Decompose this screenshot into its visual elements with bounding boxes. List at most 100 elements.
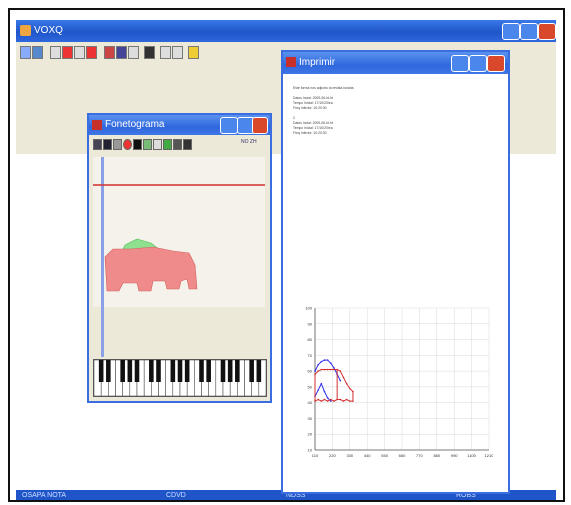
fonetograma-title-bar[interactable]: Fonetograma [89, 115, 270, 135]
piano-black-key[interactable] [120, 360, 125, 382]
zoom-label: NO ZH [241, 139, 257, 145]
fonetograma-minimize-button[interactable] [220, 117, 238, 134]
x-tick-label: 660 [399, 453, 406, 458]
new-icon[interactable] [20, 46, 31, 59]
piano-black-key[interactable] [256, 360, 262, 382]
chart-point [333, 400, 335, 402]
y-tick-label: 20 [308, 432, 313, 437]
print-icon[interactable] [160, 46, 171, 59]
x-tick-label: 880 [433, 453, 440, 458]
list-icon[interactable] [128, 46, 139, 59]
maximize-button[interactable] [520, 23, 538, 40]
status-field-2: CDVD [166, 492, 186, 499]
piano-black-key[interactable] [249, 360, 254, 382]
piano-black-key[interactable] [206, 360, 211, 382]
y-tick-label: 40 [308, 400, 313, 405]
piano-black-key[interactable] [106, 360, 111, 382]
chart-point [339, 370, 342, 372]
chart-series-line [314, 382, 332, 402]
record-icon[interactable] [123, 139, 132, 150]
imprimir-title-bar[interactable]: Imprimir [283, 52, 508, 74]
chart-icon[interactable] [104, 46, 115, 59]
piano-black-key[interactable] [199, 360, 204, 382]
chart-point [330, 362, 332, 365]
piano-black-key[interactable] [149, 360, 154, 382]
play-icon[interactable] [50, 46, 61, 59]
y-tick-label: 100 [305, 306, 312, 311]
imprimir-minimize-button[interactable] [451, 55, 469, 72]
chart-point [333, 368, 335, 371]
chart-point [345, 382, 348, 385]
status-field-1: OSAPA NOTA [22, 492, 67, 499]
chart-point [330, 400, 332, 402]
chart-point [342, 400, 345, 402]
grid-icon[interactable] [116, 46, 127, 59]
open-icon[interactable] [93, 139, 102, 150]
fonetograma-app-icon [92, 120, 102, 130]
print-icon[interactable] [183, 139, 192, 150]
grid-icon[interactable] [163, 139, 172, 150]
fonetograma-toolbar: NO ZH [93, 139, 265, 151]
chart-point [323, 359, 326, 361]
x-tick-label: 770 [416, 453, 423, 458]
piano-black-key[interactable] [177, 360, 183, 382]
page-icon[interactable] [153, 139, 162, 150]
piano-black-key[interactable] [235, 360, 240, 382]
piano-black-key[interactable] [184, 360, 190, 382]
chart-point [326, 368, 329, 371]
chart-point [323, 390, 326, 393]
chart-point [342, 376, 345, 379]
chart-point [320, 400, 323, 402]
chart-point [349, 387, 351, 390]
close-button[interactable] [538, 23, 556, 40]
chart-point [317, 364, 319, 366]
pause-icon[interactable] [86, 46, 97, 59]
piano-keyboard[interactable] [93, 359, 267, 397]
x-tick-label: 440 [364, 453, 371, 458]
fonetograma-plot [93, 157, 265, 307]
imprimir-report-text: Este forma nos adjunto la revista ionari… [293, 86, 498, 136]
fonetograma-window[interactable]: Fonetograma NO ZH [87, 113, 272, 403]
vertical-cursor-tail [101, 307, 104, 357]
save-icon[interactable] [32, 46, 43, 59]
print-icon[interactable] [173, 139, 182, 150]
help-icon[interactable] [188, 46, 199, 59]
piano-black-key[interactable] [98, 360, 104, 382]
piano-keys[interactable] [93, 359, 267, 397]
chart-point [345, 398, 348, 401]
chart-point [320, 360, 323, 363]
fonetograma-close-button[interactable] [252, 117, 268, 134]
fonetograma-plot-area [93, 157, 265, 307]
y-tick-label: 10 [308, 448, 313, 453]
y-tick-label: 70 [308, 353, 313, 358]
x-tick-label: 220 [329, 453, 336, 458]
marker-icon[interactable] [133, 139, 142, 150]
vertical-cursor[interactable] [101, 157, 104, 307]
record-icon[interactable] [62, 46, 73, 59]
piano-black-key[interactable] [220, 360, 226, 382]
save-icon[interactable] [103, 139, 112, 150]
mic-icon[interactable] [113, 139, 122, 150]
piano-black-key[interactable] [227, 360, 233, 382]
piano-black-key[interactable] [127, 360, 133, 382]
preview-icon[interactable] [172, 46, 183, 59]
app-icon [20, 25, 31, 36]
x-tick-label: 550 [381, 453, 388, 458]
chart-point [320, 368, 323, 371]
chart-point [349, 400, 351, 402]
piano-black-key[interactable] [134, 360, 140, 382]
chart-point [333, 367, 335, 369]
chart-point [320, 382, 323, 385]
imprimir-window[interactable]: Imprimir Este forma nos adjunto la revis… [281, 50, 510, 494]
stop-icon[interactable] [74, 46, 85, 59]
main-window-title: VOXQ [34, 25, 63, 36]
zoom-icon[interactable] [143, 139, 152, 150]
y-tick-label: 90 [308, 321, 313, 326]
piano-black-key[interactable] [170, 360, 176, 382]
main-title-bar[interactable]: VOXQ [16, 20, 556, 42]
minimize-button[interactable] [502, 23, 520, 40]
imprimir-close-button[interactable] [487, 55, 505, 72]
piano-black-key[interactable] [156, 360, 161, 382]
imprimir-maximize-button[interactable] [469, 55, 487, 72]
settings-icon[interactable] [144, 46, 155, 59]
